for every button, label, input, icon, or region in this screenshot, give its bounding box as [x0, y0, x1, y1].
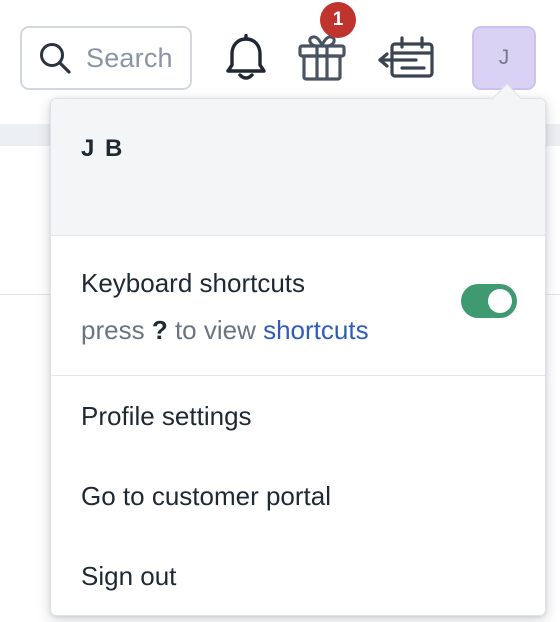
avatar[interactable]: J — [472, 26, 536, 90]
menu-item-customer-portal[interactable]: Go to customer portal — [51, 456, 545, 536]
hint-key: ? — [151, 315, 168, 345]
calendar-schedule-icon[interactable] — [378, 36, 436, 80]
user-menu: J B Keyboard shortcuts press ? to view s… — [50, 98, 546, 616]
page: Search 1 J J B Keyboard shortcuts press … — [0, 0, 560, 622]
gift-icon[interactable] — [296, 32, 348, 82]
search-placeholder: Search — [86, 42, 173, 73]
hint-middle: to view — [174, 315, 256, 345]
keyboard-shortcuts-row: Keyboard shortcuts press ? to view short… — [51, 236, 545, 376]
search-icon — [40, 43, 71, 74]
menu-header: J B — [51, 99, 545, 236]
toggle-knob — [488, 289, 512, 313]
hint-prefix: press — [81, 315, 145, 345]
notification-badge: 1 — [320, 2, 356, 38]
bell-icon[interactable] — [224, 34, 268, 82]
keyboard-shortcuts-hint: press ? to view shortcuts — [81, 315, 545, 346]
user-name: J B — [81, 135, 125, 162]
keyboard-shortcuts-toggle[interactable] — [461, 284, 517, 318]
menu-item-sign-out[interactable]: Sign out — [51, 536, 545, 615]
menu-item-profile-settings[interactable]: Profile settings — [51, 376, 545, 456]
shortcuts-link[interactable]: shortcuts — [263, 315, 369, 345]
search-input[interactable]: Search — [20, 26, 192, 90]
